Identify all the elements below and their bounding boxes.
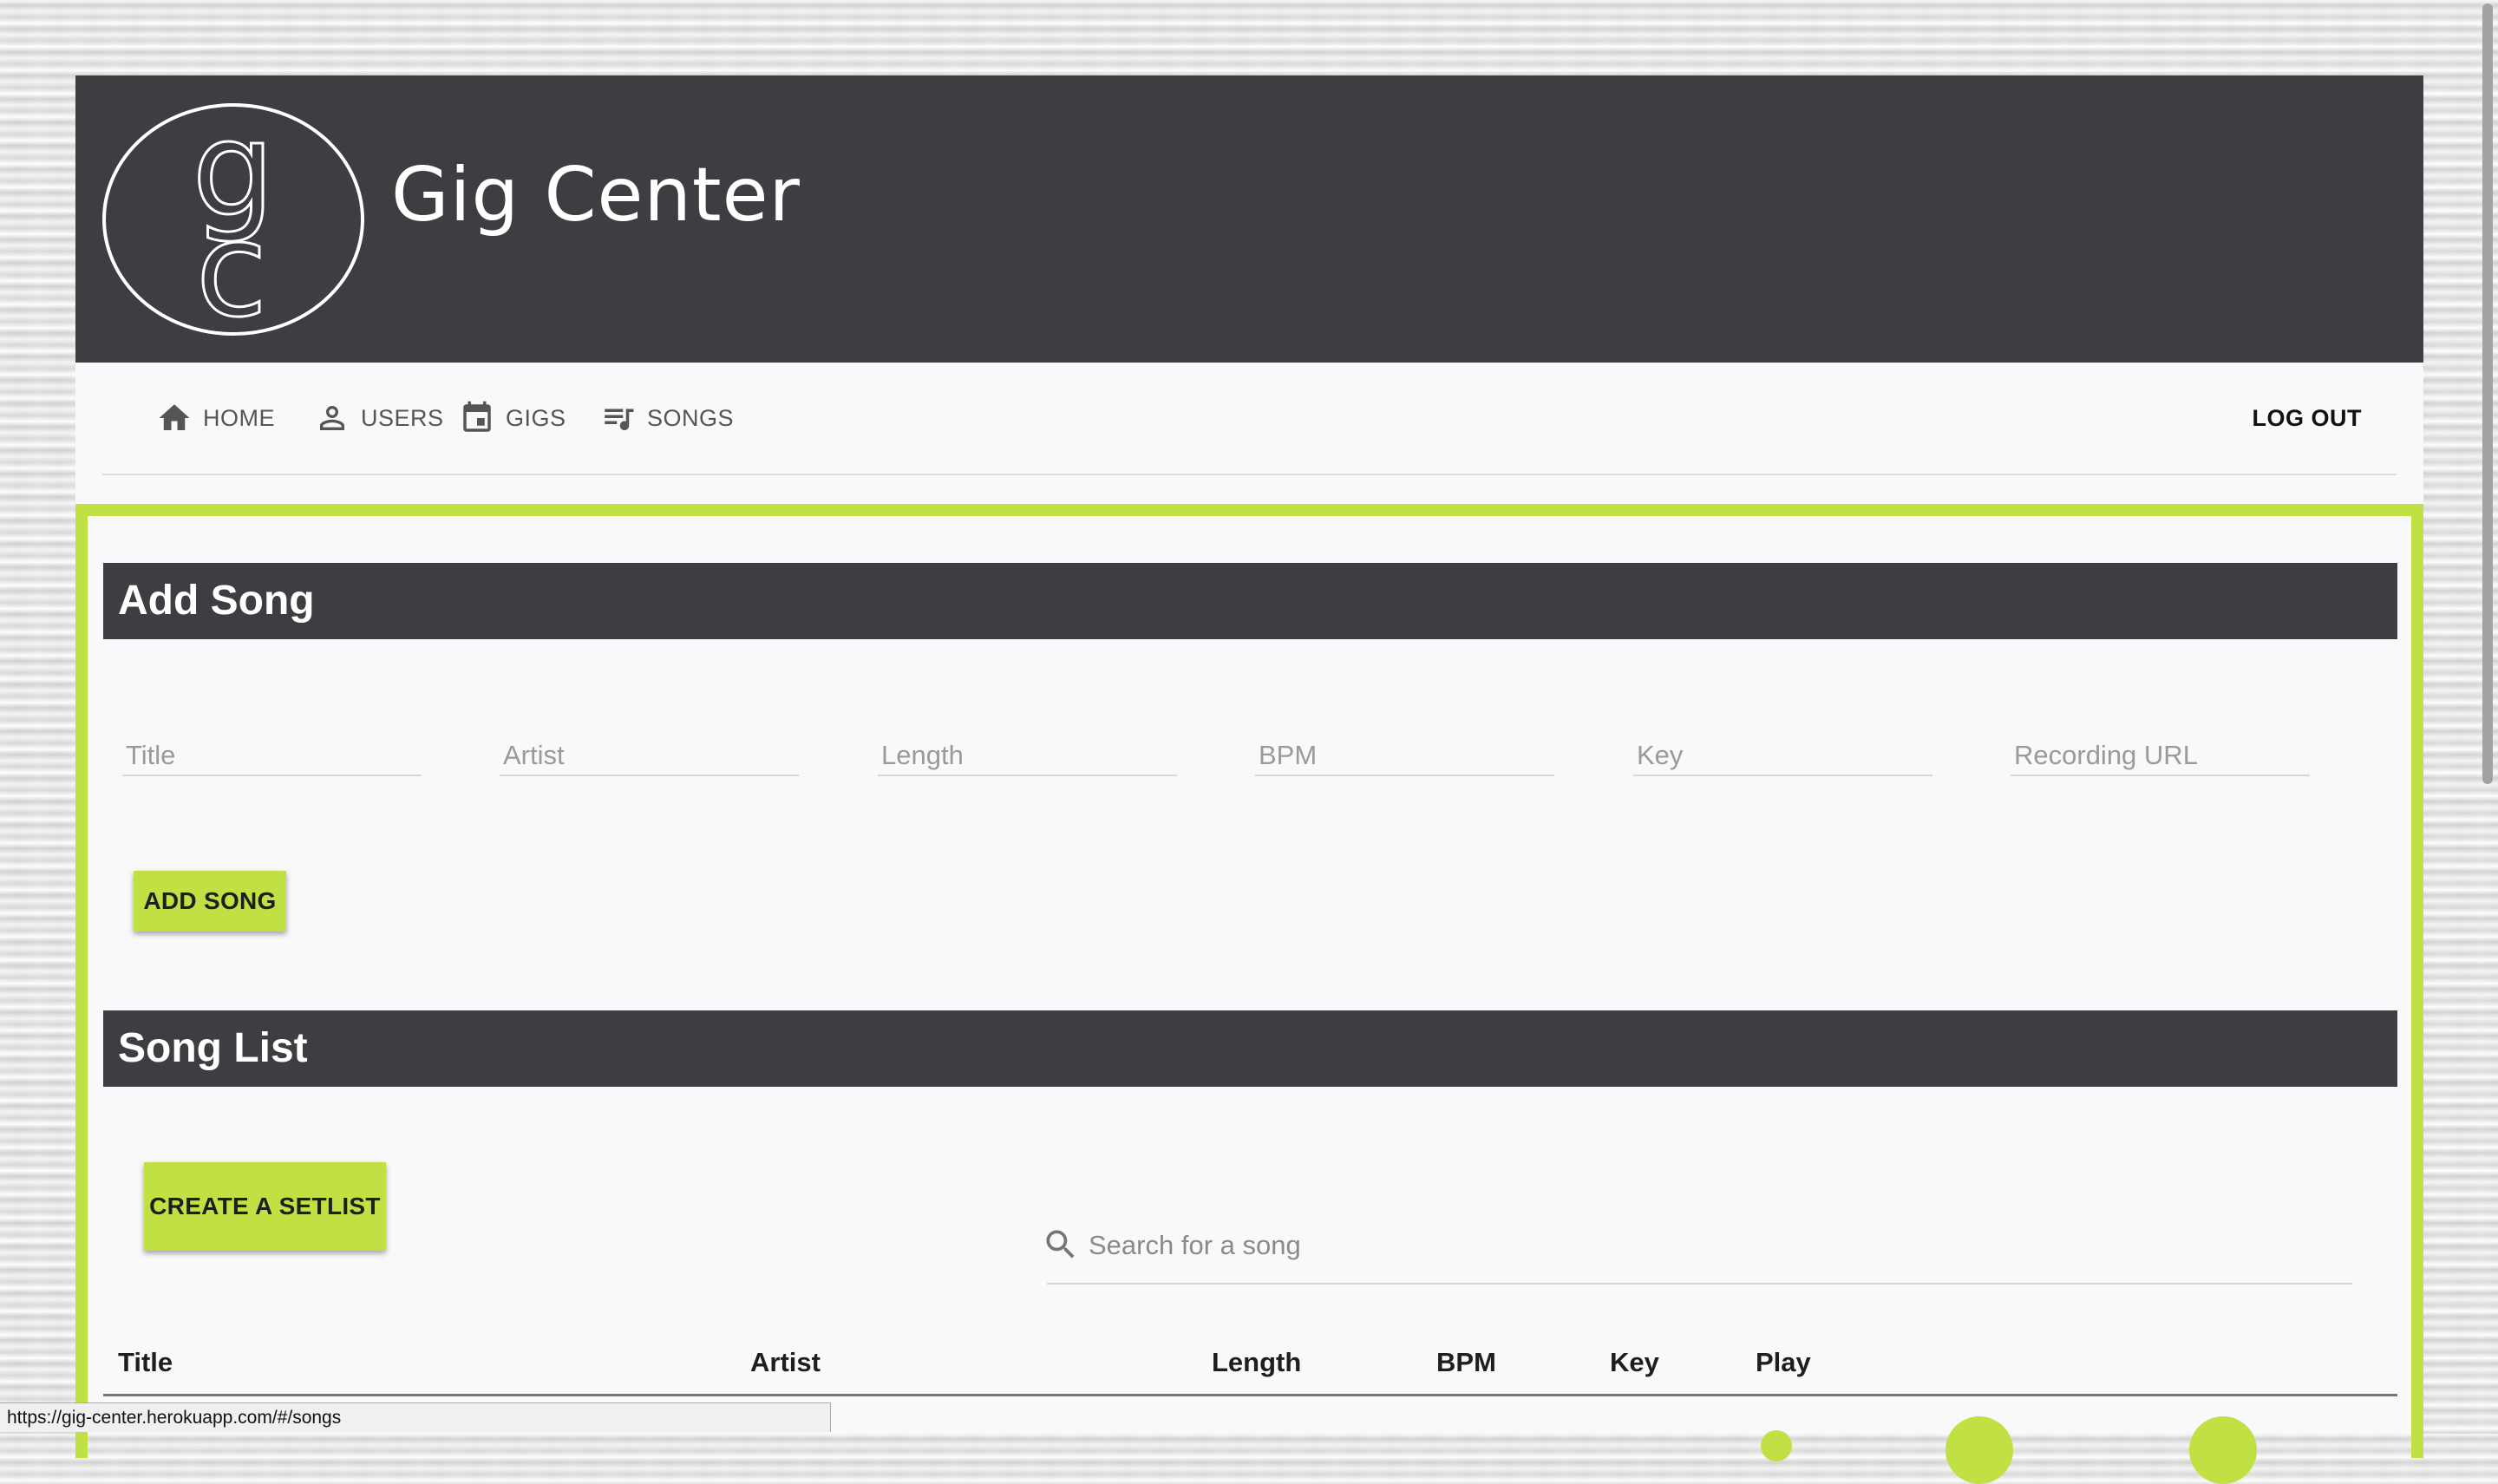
nav-songs[interactable]: SONGS <box>600 363 734 474</box>
key-field[interactable] <box>1633 717 1939 776</box>
play-button[interactable] <box>1761 1430 1792 1461</box>
calendar-icon <box>463 401 491 432</box>
songs-panel: Add Song ADD SONG Song List CREATE A SET… <box>75 504 2423 1484</box>
page-scrollbar[interactable] <box>2477 0 2498 1434</box>
nav-users-label: USERS <box>361 404 444 431</box>
recording-url-field[interactable] <box>2011 717 2317 776</box>
svg-text:c: c <box>196 195 267 337</box>
song-list-header: Song List <box>103 1010 2397 1087</box>
queue-music-icon <box>605 409 634 430</box>
delete-song-button[interactable] <box>2189 1416 2257 1484</box>
length-input[interactable] <box>878 740 1184 771</box>
nav-users[interactable]: USERS <box>314 363 444 474</box>
song-table-header: Title Artist Length BPM Key Play <box>103 1331 2397 1396</box>
bpm-field[interactable] <box>1255 717 1561 776</box>
app-container: g c Gig Center HOME USERS GIGS SONGS LOG… <box>75 75 2423 1484</box>
edit-song-button[interactable] <box>1945 1416 2013 1484</box>
add-song-button[interactable]: ADD SONG <box>134 871 286 932</box>
person-icon <box>320 406 344 430</box>
status-bar-url: https://gig-center.herokuapp.com/#/songs <box>0 1402 831 1432</box>
artist-input[interactable] <box>500 740 806 771</box>
nav-home-label: HOME <box>203 404 275 431</box>
length-field[interactable] <box>878 717 1184 776</box>
column-play[interactable]: Play <box>1756 1331 1811 1394</box>
gig-center-logo: g c <box>102 101 364 337</box>
recording-url-input[interactable] <box>2011 740 2317 771</box>
add-song-heading: Add Song <box>118 578 315 624</box>
search-icon <box>1046 1230 1075 1258</box>
key-input[interactable] <box>1633 740 1939 771</box>
nav-home[interactable]: HOME <box>156 363 275 474</box>
column-artist[interactable]: Artist <box>750 1331 821 1394</box>
search-input[interactable] <box>1087 1224 2305 1267</box>
nav-gigs-label: GIGS <box>506 404 566 431</box>
create-setlist-button[interactable]: CREATE A SETLIST <box>144 1162 386 1251</box>
site-header: g c Gig Center <box>75 75 2423 363</box>
column-title[interactable]: Title <box>118 1331 173 1394</box>
column-length[interactable]: Length <box>1212 1331 1301 1394</box>
column-key[interactable]: Key <box>1610 1331 1659 1394</box>
home-icon <box>159 404 190 430</box>
site-title: Gig Center <box>391 152 801 239</box>
nav-songs-label: SONGS <box>647 404 735 431</box>
artist-field[interactable] <box>500 717 806 776</box>
title-input[interactable] <box>122 740 428 771</box>
add-song-header: Add Song <box>103 563 2397 639</box>
logout-button[interactable]: LOG OUT <box>2253 363 2363 474</box>
column-bpm[interactable]: BPM <box>1436 1331 1496 1394</box>
song-list-heading: Song List <box>118 1025 308 1071</box>
song-search[interactable] <box>1046 1210 2352 1285</box>
nav-gigs[interactable]: GIGS <box>459 363 566 474</box>
scrollbar-thumb[interactable] <box>2482 3 2493 784</box>
title-field[interactable] <box>122 717 428 776</box>
main-nav: HOME USERS GIGS SONGS LOG OUT <box>102 363 2397 475</box>
bpm-input[interactable] <box>1255 740 1561 771</box>
